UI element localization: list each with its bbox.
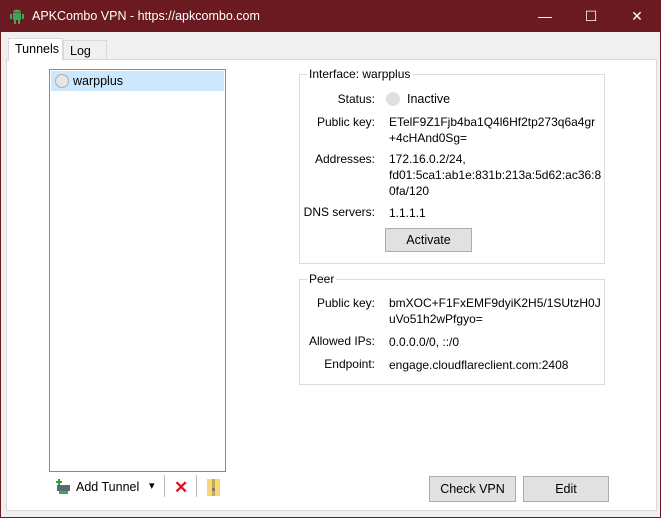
status-indicator-icon	[386, 92, 400, 106]
address-line: 0fa/120	[389, 184, 430, 198]
address-line: fd01:5ca1:ab1e:831b:213a:5d62:ac36:8	[389, 168, 602, 182]
toolbar-separator	[164, 475, 165, 497]
dns-label: DNS servers:	[303, 205, 375, 219]
peer-title: Peer	[307, 272, 337, 286]
address-line: 172.16.0.2/24,	[389, 152, 466, 166]
chevron-down-icon[interactable]: ▾	[149, 479, 155, 492]
tunnel-name: warpplus	[73, 74, 124, 88]
tab-log[interactable]: Log	[63, 40, 107, 61]
export-zip-icon[interactable]	[207, 479, 220, 496]
addresses-label: Addresses:	[314, 152, 375, 166]
close-button[interactable]: ✕	[614, 1, 660, 32]
delete-tunnel-icon[interactable]: ✕	[174, 478, 188, 498]
activate-button[interactable]: Activate	[385, 228, 472, 252]
add-tunnel-icon	[56, 479, 70, 494]
android-icon	[10, 9, 24, 24]
title-bar: APKCombo VPN - https://apkcombo.com — ☐ …	[1, 1, 660, 32]
status-dot-icon	[55, 74, 69, 88]
addresses-value: 172.16.0.2/24, fd01:5ca1:ab1e:831b:213a:5…	[389, 151, 602, 199]
tunnel-list-item[interactable]: warpplus	[51, 71, 224, 91]
app-window: APKCombo VPN - https://apkcombo.com — ☐ …	[0, 0, 661, 518]
endpoint-value: engage.cloudflareclient.com:2408	[389, 358, 569, 372]
public-key-label: Public key:	[316, 115, 375, 129]
public-key-line: ETelF9Z1Fjb4ba1Q4l6Hf2tp273q6a4gr	[389, 115, 596, 129]
interface-title: Interface: warpplus	[307, 67, 413, 81]
status-value: Inactive	[407, 92, 451, 106]
edit-button[interactable]: Edit	[523, 476, 609, 502]
status-label: Status:	[337, 92, 375, 106]
check-vpn-button[interactable]: Check VPN	[429, 476, 516, 502]
tab-tunnels[interactable]: Tunnels	[8, 38, 63, 61]
maximize-button[interactable]: ☐	[568, 1, 614, 32]
endpoint-label: Endpoint:	[324, 357, 375, 371]
add-tunnel-label: Add Tunnel	[76, 480, 140, 494]
peer-key-line: uVo51h2wPfgyo=	[389, 312, 483, 326]
peer-public-key-label: Public key:	[316, 296, 375, 310]
dns-value: 1.1.1.1	[389, 206, 426, 220]
public-key-line: +4cHAnd0Sg=	[389, 131, 468, 145]
allowed-ips-label: Allowed IPs:	[308, 334, 375, 348]
allowed-ips-value: 0.0.0.0/0, ::/0	[389, 335, 460, 349]
public-key-value: ETelF9Z1Fjb4ba1Q4l6Hf2tp273q6a4gr +4cHAnd…	[389, 114, 599, 146]
toolbar-separator	[196, 475, 197, 497]
add-tunnel-button[interactable]: Add Tunnel ▾	[54, 478, 162, 498]
window-title: APKCombo VPN - https://apkcombo.com	[32, 9, 260, 23]
peer-public-key-value: bmXOC+F1FxEMF9dyiK2H5/1SUtzH0J uVo51h2wPf…	[389, 295, 601, 327]
minimize-button[interactable]: —	[522, 1, 568, 32]
peer-key-line: bmXOC+F1FxEMF9dyiK2H5/1SUtzH0J	[389, 296, 601, 310]
tunnel-list[interactable]: warpplus	[49, 69, 226, 472]
